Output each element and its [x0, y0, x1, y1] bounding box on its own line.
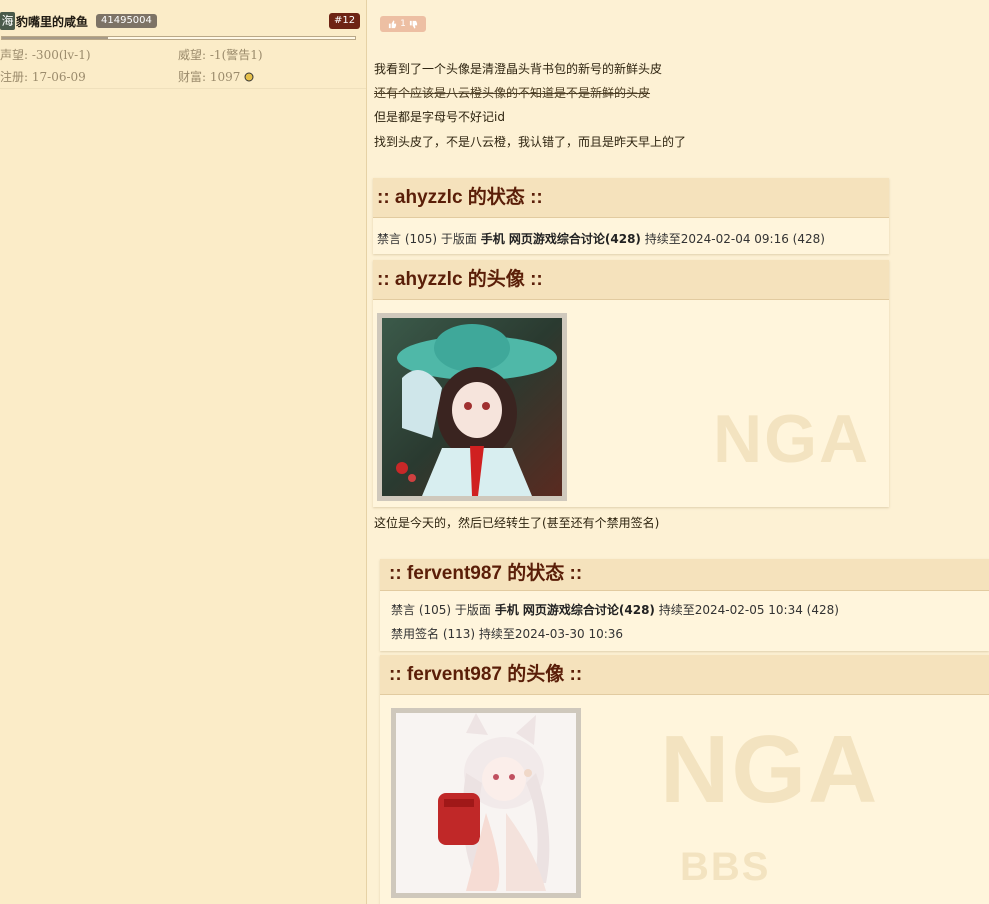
sidebar-divider — [0, 88, 366, 89]
wealth-stat: 财富: 1097 — [178, 68, 254, 85]
post-text-line-strikethrough: 还有个应该是八云橙头像的不知道是不是新鲜的头皮 — [374, 86, 651, 100]
user-info-sidebar: 海 豹嘴里的咸鱼 41495004 #12 声望: -300(lv-1) 威望:… — [0, 0, 367, 904]
username-link[interactable]: 豹嘴里的咸鱼 — [16, 13, 88, 30]
user2-status-box: :: fervent987 的状态 :: 禁言 (105) 于版面 手机 网页游… — [380, 559, 989, 651]
user2-status-line: 禁用签名 (113) 持续至2024-03-30 10:36 — [391, 625, 623, 642]
uid-badge[interactable]: 41495004 — [96, 14, 157, 28]
post-content: 1 我看到了一个头像是清澄晶头背书包的新号的新鲜头皮 还有个应该是八云橙头像的不… — [368, 0, 989, 904]
user1-status-box: :: ahyzzlc 的状态 :: 禁言 (105) 于版面 手机 网页游戏综合… — [373, 178, 889, 254]
register-stat: 注册: 17-06-09 — [0, 68, 86, 85]
user-avatar[interactable]: 海 — [0, 12, 15, 30]
status-prefix: 禁用签名 (113) 持续至2024-03-30 10:36 — [391, 627, 624, 641]
register-label: 注册: — [0, 70, 29, 84]
status-board-link[interactable]: 手机 网页游戏综合讨论(428) — [495, 603, 655, 617]
user2-avatar-title: :: fervent987 的头像 :: — [380, 655, 989, 695]
user2-status-line: 禁言 (105) 于版面 手机 网页游戏综合讨论(428) 持续至2024-02… — [391, 601, 839, 618]
register-value: 17-06-09 — [31, 70, 86, 84]
post-text-line: 我看到了一个头像是清澄晶头背书包的新号的新鲜头皮 — [374, 62, 663, 76]
post-text-between: 这位是今天的，然后已经转生了(甚至还有个禁用签名) — [374, 516, 660, 530]
watermark-logo-sub: BBS — [680, 845, 771, 889]
status-prefix: 禁言 (105) 于版面 — [377, 232, 481, 246]
user1-avatar-title: :: ahyzzlc 的头像 :: — [373, 260, 889, 300]
prestige-value: -1(警告1) — [209, 48, 263, 62]
user1-status-line: 禁言 (105) 于版面 手机 网页游戏综合讨论(428) 持续至2024-02… — [377, 230, 825, 247]
post-text-line: 找到头皮了，不是八云橙，我认错了，而且是昨天早上的了 — [374, 135, 687, 149]
like-count: 1 — [400, 19, 406, 29]
floor-badge[interactable]: #12 — [329, 13, 361, 29]
status-prefix: 禁言 (105) 于版面 — [391, 603, 495, 617]
user1-avatar-box: :: ahyzzlc 的头像 :: NGA — [373, 260, 889, 507]
user2-avatar-box: :: fervent987 的头像 :: NGA BBS — [380, 655, 989, 904]
user1-status-title: :: ahyzzlc 的状态 :: — [373, 178, 889, 218]
level-progress-bar — [1, 36, 356, 40]
prestige-label: 威望: — [178, 48, 207, 62]
status-suffix: 持续至2024-02-05 10:34 (428) — [654, 603, 839, 617]
wealth-label: 财富: — [178, 70, 207, 84]
reputation-value: -300(lv-1) — [31, 48, 91, 62]
coin-icon — [244, 72, 254, 82]
status-suffix: 持续至2024-02-04 09:16 (428) — [640, 232, 825, 246]
post-text-line: 但是都是字母号不好记id — [374, 110, 505, 124]
reputation-stat: 声望: -300(lv-1) — [0, 46, 91, 63]
thumbs-down-icon[interactable] — [409, 20, 418, 29]
user2-avatar-image — [396, 713, 576, 893]
watermark-logo: NGA — [660, 716, 880, 823]
prestige-stat: 威望: -1(警告1) — [178, 46, 263, 63]
user-row: 海 豹嘴里的咸鱼 41495004 #12 — [0, 12, 361, 32]
user2-avatar-frame — [391, 708, 581, 898]
user1-avatar-image — [382, 318, 562, 496]
status-board-link[interactable]: 手机 网页游戏综合讨论(428) — [481, 232, 641, 246]
level-progress-fill — [2, 37, 108, 39]
wealth-value: 1097 — [209, 70, 241, 84]
thumbs-up-icon[interactable] — [388, 19, 397, 29]
user2-status-title: :: fervent987 的状态 :: — [380, 559, 989, 591]
user1-avatar-frame — [377, 313, 567, 501]
reputation-label: 声望: — [0, 48, 29, 62]
like-button[interactable]: 1 — [380, 16, 426, 32]
watermark-logo: NGA — [713, 401, 871, 477]
